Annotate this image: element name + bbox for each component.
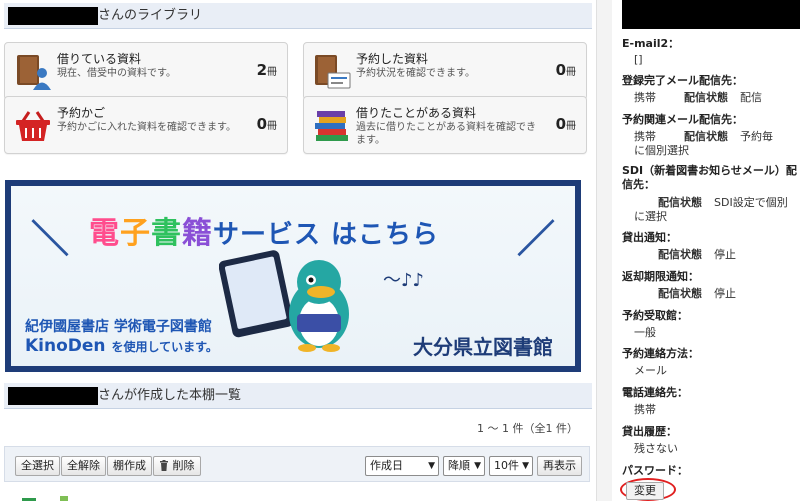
chevron-down-icon: ▼ bbox=[474, 461, 481, 471]
delete-label: 削除 bbox=[172, 459, 195, 472]
card-desc: 予約かごに入れた資料を確認できます。 bbox=[57, 122, 236, 133]
registration-mail-label: 登録完了メール配信先： bbox=[622, 74, 743, 87]
loan-history-value: 残さない bbox=[634, 442, 678, 455]
loan-notice-value: 配信状態 停止 bbox=[658, 248, 736, 261]
banner-library-name: 大分県立図書館 bbox=[413, 335, 553, 359]
bookshelf-toolbar: 全選択 全解除 棚作成 削除 作成日 ▼ 降順 ▼ 10件 ▼ 再表示 bbox=[4, 446, 590, 482]
card-count: 0冊 bbox=[256, 115, 277, 133]
banner-slash-left: ＼ bbox=[31, 217, 70, 261]
card-title: 予約した資料 bbox=[356, 52, 429, 66]
music-notes: ～♪♪ bbox=[383, 270, 424, 291]
banner-kinoden: KinoDen を使用しています。 bbox=[25, 336, 218, 356]
card-count: 0冊 bbox=[555, 115, 576, 133]
sdi-mail-label: SDI（新着図書お知らせメール）配信先： bbox=[622, 164, 797, 191]
card-desc: 現在、借受中の資料です。 bbox=[57, 68, 176, 79]
borrowing-history-card[interactable]: 借りたことがある資料 過去に借りたことがある資料を確認できます。 0冊 bbox=[303, 96, 587, 154]
card-title: 予約かご bbox=[57, 106, 106, 120]
password-label: パスワード： bbox=[622, 464, 688, 477]
books-stack-icon bbox=[315, 111, 348, 141]
overdue-notice-label: 返却期限通知： bbox=[622, 270, 699, 283]
shelf-list-icon bbox=[22, 496, 68, 501]
library-main: さんのライブラリ 借りている資料 現在、借受中の資料です。 2冊 予約した資料 … bbox=[0, 0, 596, 501]
phone-contact-value: 携帯 bbox=[634, 403, 656, 416]
redacted-block bbox=[622, 0, 800, 29]
reservation-mail-label: 予約関連メール配信先： bbox=[622, 113, 743, 126]
pickup-library-value: 一般 bbox=[634, 326, 656, 339]
card-count: 2冊 bbox=[256, 61, 277, 79]
phone-contact-label: 電話連絡先： bbox=[622, 386, 688, 399]
loan-history-label: 貸出履歴： bbox=[622, 425, 677, 438]
reserved-items-card[interactable]: 予約した資料 予約状況を確認できます。 0冊 bbox=[303, 42, 587, 100]
deselect-all-button[interactable]: 全解除 bbox=[61, 456, 106, 476]
chevron-down-icon: ▼ bbox=[522, 461, 529, 471]
sort-order-value: 降順 bbox=[448, 459, 470, 472]
card-title: 借りたことがある資料 bbox=[356, 106, 477, 120]
sdi-mail-value: 配信状態 SDI設定で個別 bbox=[658, 196, 788, 209]
banner-slash-right: ／ bbox=[516, 217, 555, 261]
bookshelf-header: さんが作成した本棚一覧 bbox=[4, 383, 592, 409]
library-header-text: さんのライブラリ bbox=[98, 8, 203, 23]
banner-inner: ＼ ／ 電子書籍サービス はこちら ～♪♪ 紀伊國屋書店 学術電子図書館 Kin… bbox=[11, 186, 575, 366]
card-count: 0冊 bbox=[555, 61, 576, 79]
trash-icon bbox=[159, 459, 169, 477]
contact-method-value: メール bbox=[634, 364, 667, 377]
sdi-mail-value-cont: に選択 bbox=[634, 210, 667, 223]
email2-label: E-mail2： bbox=[622, 37, 680, 50]
per-page-select[interactable]: 10件 ▼ bbox=[489, 456, 533, 476]
sort-field-value: 作成日 bbox=[370, 459, 403, 472]
pagination-info: 1 ～ 1 件（全1 件） bbox=[477, 422, 578, 435]
reservation-basket-card[interactable]: 予約かご 予約かごに入れた資料を確認できます。 0冊 bbox=[4, 96, 288, 154]
scrollbar[interactable] bbox=[596, 0, 612, 501]
card-desc: 過去に借りたことがある資料を確認できます。 bbox=[356, 122, 536, 146]
card-title: 借りている資料 bbox=[57, 52, 142, 66]
sort-field-select[interactable]: 作成日 ▼ bbox=[365, 456, 439, 476]
account-settings-panel: E-mail2： [] 登録完了メール配信先： 携帯 配信状態 配信 予約関連メール… bbox=[612, 0, 800, 501]
create-shelf-button[interactable]: 棚作成 bbox=[107, 456, 152, 476]
ebook-service-banner[interactable]: ＼ ／ 電子書籍サービス はこちら ～♪♪ 紀伊國屋書店 学術電子図書館 Kin… bbox=[5, 180, 581, 372]
redacted-username bbox=[8, 6, 98, 25]
book-person-icon bbox=[17, 55, 51, 90]
card-desc: 予約状況を確認できます。 bbox=[356, 68, 475, 79]
chevron-down-icon: ▼ bbox=[428, 461, 435, 471]
email2-value: [] bbox=[634, 53, 643, 66]
overdue-notice-value: 配信状態 停止 bbox=[658, 287, 736, 300]
book-card-icon bbox=[315, 55, 351, 89]
delete-button[interactable]: 削除 bbox=[153, 456, 201, 476]
per-page-value: 10件 bbox=[494, 459, 519, 472]
pickup-library-label: 予約受取館： bbox=[622, 309, 688, 322]
library-header: さんのライブラリ bbox=[4, 3, 592, 29]
redisplay-button[interactable]: 再表示 bbox=[537, 456, 582, 476]
change-password-button[interactable]: 変更 bbox=[626, 482, 664, 500]
bookshelf-header-text: さんが作成した本棚一覧 bbox=[98, 388, 242, 403]
redacted-username bbox=[8, 386, 98, 405]
registration-mail-value: 携帯 配信状態 配信 bbox=[634, 91, 762, 104]
reservation-mail-value-cont: に個別選択 bbox=[634, 144, 689, 157]
reservation-mail-value: 携帯 配信状態 予約毎 bbox=[634, 130, 773, 143]
banner-publisher: 紀伊國屋書店 学術電子図書館 bbox=[25, 319, 212, 335]
sort-order-select[interactable]: 降順 ▼ bbox=[443, 456, 485, 476]
loan-notice-label: 貸出通知： bbox=[622, 231, 677, 244]
select-all-button[interactable]: 全選択 bbox=[15, 456, 60, 476]
basket-icon bbox=[16, 111, 50, 141]
contact-method-label: 予約連絡方法： bbox=[622, 347, 699, 360]
borrowed-items-card[interactable]: 借りている資料 現在、借受中の資料です。 2冊 bbox=[4, 42, 288, 100]
